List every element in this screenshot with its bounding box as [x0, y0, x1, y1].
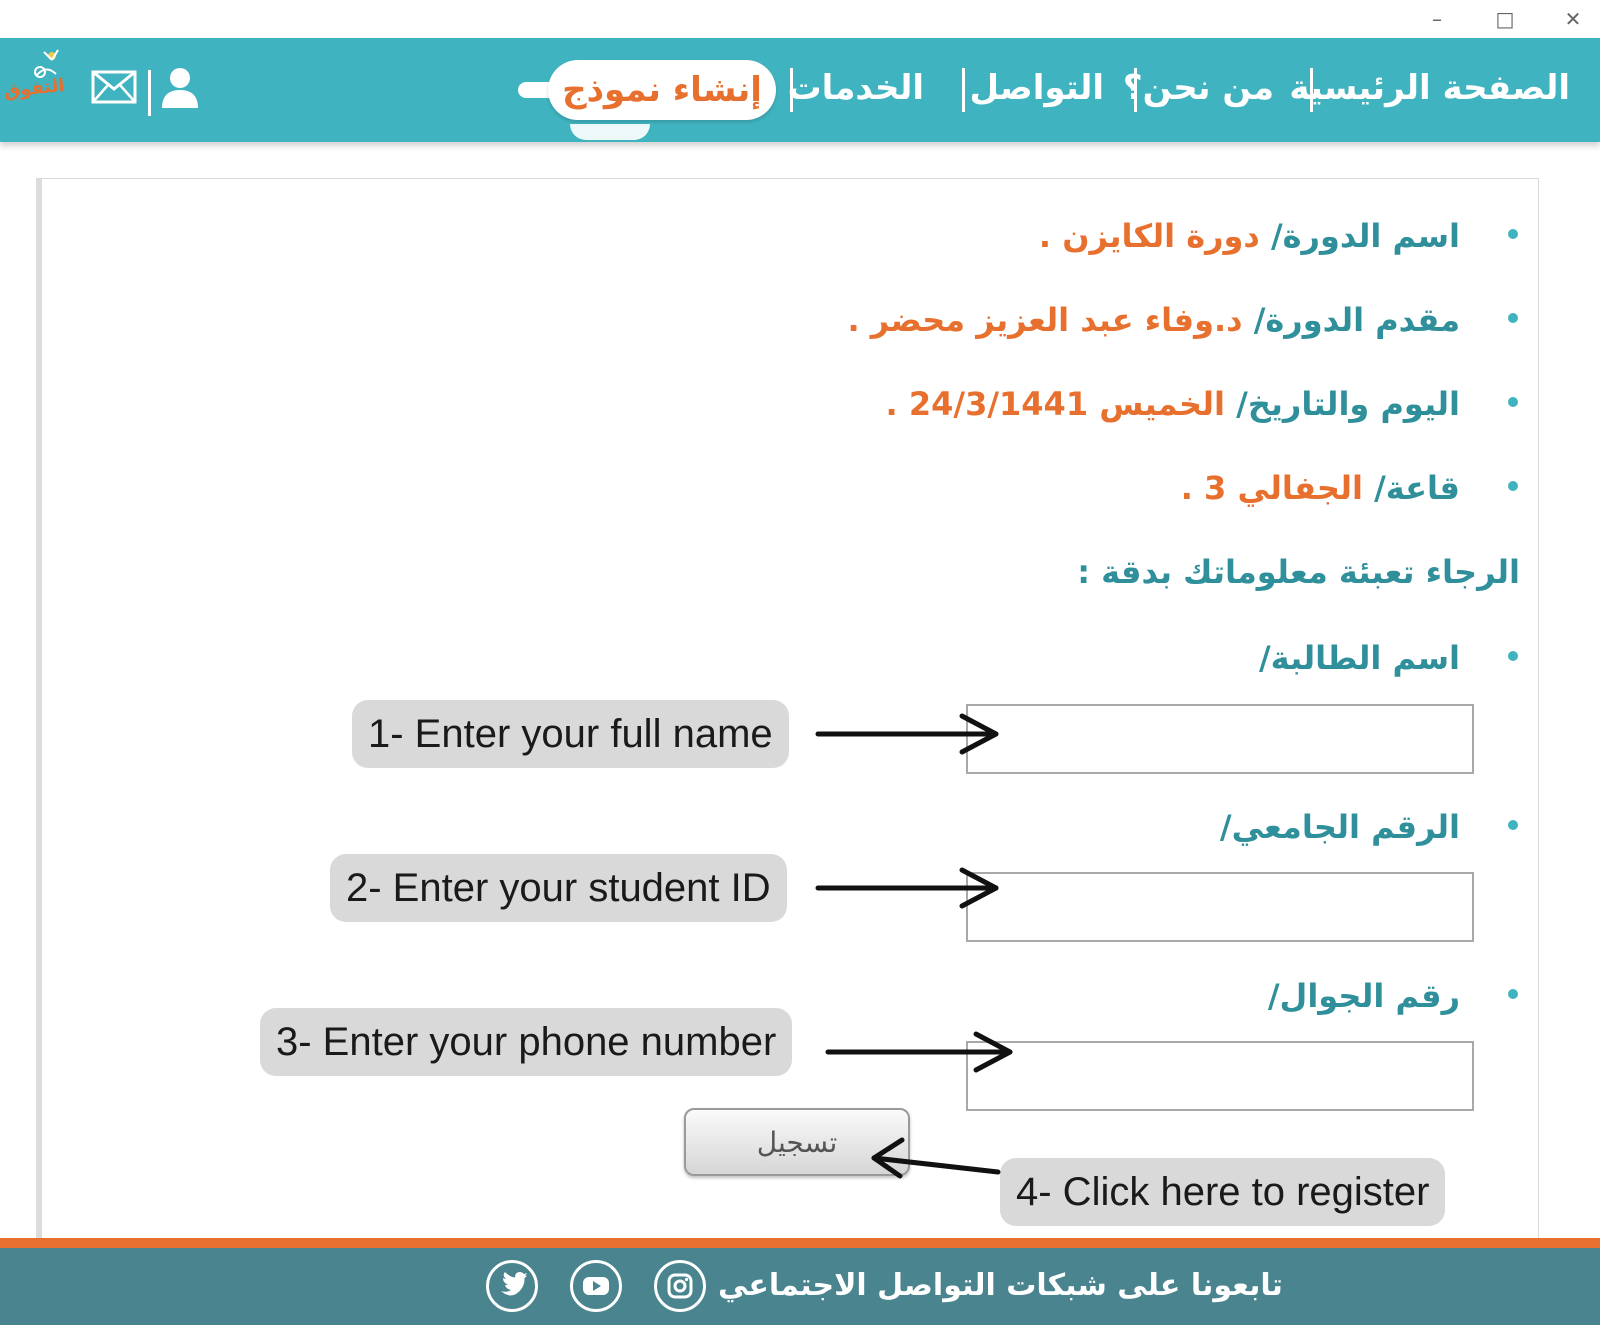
list-bullet	[1508, 229, 1518, 239]
callout-step-3: 3- Enter your phone number	[260, 1008, 793, 1076]
course-hall-label: قاعة/	[1374, 469, 1460, 507]
form-instruction: الرجاء تعبئة معلوماتك بدقة :	[1077, 548, 1520, 596]
cloud-decoration	[80, 156, 190, 180]
list-bullet	[1508, 820, 1518, 830]
nav-divider	[1310, 68, 1313, 112]
course-name-row: اسم الدورة/ دورة الكايزن .	[1039, 212, 1460, 260]
course-date-label: اليوم والتاريخ/	[1236, 385, 1460, 423]
phone-label: رقم الجوال/	[1267, 977, 1460, 1015]
create-form-button[interactable]: إنشاء نموذج	[548, 60, 776, 120]
callout-step-1: 1- Enter your full name	[352, 700, 789, 768]
course-name-label: اسم الدورة/	[1270, 217, 1460, 255]
close-button[interactable]: ✕	[1558, 4, 1588, 34]
course-presenter-row: مقدم الدورة/ د.وفاء عبد العزيز محضر .	[847, 296, 1460, 344]
student-name-label-row: اسم الطالبة/	[1259, 634, 1460, 682]
callout-step-4: 4- Click here to register	[1000, 1158, 1446, 1226]
nav-services-link[interactable]: الخدمات	[787, 66, 924, 110]
instagram-icon[interactable]	[654, 1260, 706, 1312]
nav-divider	[790, 68, 793, 112]
youtube-icon[interactable]	[570, 1260, 622, 1312]
course-hall-value: الجفالي 3 .	[1180, 469, 1363, 507]
nav-divider	[962, 68, 965, 112]
footer-accent-bar	[0, 1238, 1600, 1248]
course-hall-row: قاعة/ الجفالي 3 .	[1181, 464, 1460, 512]
student-id-input[interactable]	[966, 872, 1474, 942]
maximize-button[interactable]: □	[1490, 4, 1520, 34]
list-bullet	[1508, 313, 1518, 323]
cloud-decoration	[570, 124, 650, 140]
student-id-label: الرقم الجامعي/	[1219, 808, 1460, 846]
nav-contact-link[interactable]: التواصل	[970, 66, 1104, 110]
course-presenter-value: د.وفاء عبد العزيز محضر .	[847, 301, 1243, 339]
student-name-label: اسم الطالبة/	[1258, 639, 1460, 677]
student-name-input[interactable]	[966, 704, 1474, 774]
window-title-bar: – □ ✕	[0, 0, 1600, 39]
list-bullet	[1508, 397, 1518, 407]
phone-input[interactable]	[966, 1041, 1474, 1111]
footer-follow-text: تابعونا على شبكات التواصل الاجتماعي	[718, 1268, 1283, 1303]
minimize-button[interactable]: –	[1422, 4, 1452, 34]
top-navigation-bar: الصفحة الرئيسية من نحن؟ التواصل الخدمات …	[0, 38, 1600, 180]
mail-icon[interactable]	[91, 70, 137, 104]
icon-divider	[148, 72, 151, 116]
callout-step-2: 2- Enter your student ID	[330, 854, 787, 922]
phone-label-row: رقم الجوال/	[1268, 972, 1460, 1020]
list-bullet	[1508, 651, 1518, 661]
list-bullet	[1508, 481, 1518, 491]
nav-about-link[interactable]: من نحن؟	[1123, 66, 1274, 110]
twitter-icon[interactable]	[486, 1260, 538, 1312]
create-form-label: إنشاء نموذج	[562, 70, 762, 110]
course-date-row: اليوم والتاريخ/ الخميس 24/3/1441 .	[886, 380, 1460, 428]
form-instruction-text: الرجاء تعبئة معلوماتك بدقة :	[1077, 553, 1520, 591]
course-name-value: دورة الكايزن .	[1038, 217, 1260, 255]
course-presenter-label: مقدم الدورة/	[1253, 301, 1460, 339]
register-button[interactable]: تسجيل	[684, 1108, 910, 1176]
user-icon[interactable]	[158, 66, 202, 110]
student-id-label-row: الرقم الجامعي/	[1220, 803, 1460, 851]
nav-divider	[1134, 68, 1137, 112]
course-date-value: الخميس 24/3/1441 .	[885, 385, 1226, 423]
nav-home-link[interactable]: الصفحة الرئيسية	[1289, 66, 1570, 110]
list-bullet	[1508, 989, 1518, 999]
